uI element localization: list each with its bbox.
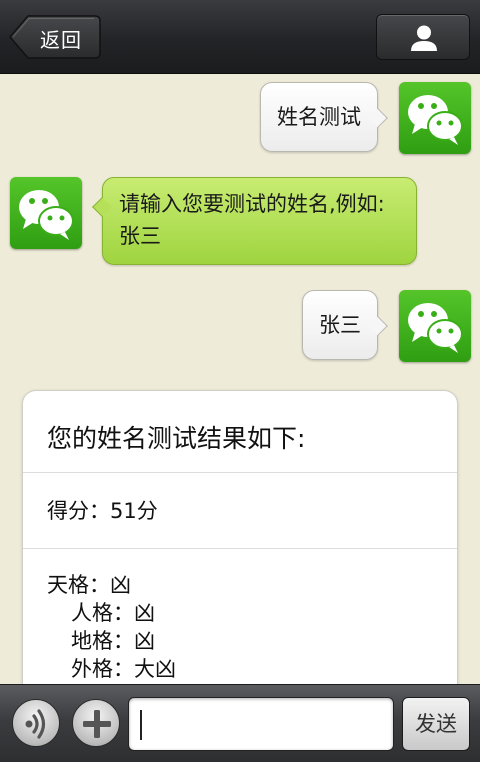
plus-icon bbox=[83, 710, 111, 738]
wechat-logo-icon bbox=[408, 303, 463, 353]
message-input[interactable] bbox=[128, 697, 394, 751]
text-caret bbox=[140, 710, 142, 740]
chat-bubble-sent[interactable]: 姓名测试 bbox=[260, 82, 388, 152]
result-score: 得分：51分 bbox=[47, 499, 158, 523]
chat-area[interactable]: 姓名测试 请输入您要测试的姓名,例如:张三 张三 您的姓名测试结果如下: 得分：… bbox=[0, 74, 480, 684]
input-bar: 发送 bbox=[0, 684, 480, 762]
title-bar: 返回 bbox=[0, 0, 480, 74]
my-avatar[interactable] bbox=[399, 290, 471, 362]
result-grid-list: 天格：凶 人格：凶 地格：凶 外格：大凶 bbox=[47, 571, 176, 683]
profile-button[interactable] bbox=[376, 14, 470, 60]
voice-waves-icon bbox=[25, 709, 46, 739]
back-label: 返回 bbox=[40, 28, 82, 52]
divider bbox=[23, 548, 457, 549]
wechat-logo-icon bbox=[408, 95, 463, 145]
grid-item: 天格：凶 bbox=[47, 573, 131, 597]
send-button[interactable]: 发送 bbox=[402, 697, 470, 751]
result-title: 您的姓名测试结果如下: bbox=[47, 424, 306, 453]
my-avatar[interactable] bbox=[399, 82, 471, 154]
person-icon bbox=[411, 25, 437, 51]
grid-item: 地格：凶 bbox=[71, 629, 155, 653]
wechat-logo-icon bbox=[19, 190, 74, 240]
chat-bubble-received[interactable]: 请输入您要测试的姓名,例如:张三 bbox=[92, 177, 417, 265]
grid-item: 人格：凶 bbox=[71, 601, 155, 625]
result-card[interactable]: 您的姓名测试结果如下: 得分：51分 天格：凶 人格：凶 地格：凶 外格：大凶 bbox=[22, 390, 458, 684]
bot-avatar[interactable] bbox=[10, 177, 82, 249]
message-text: 请输入您要测试的姓名,例如:张三 bbox=[119, 192, 385, 248]
message-text: 张三 bbox=[319, 313, 361, 337]
divider bbox=[23, 472, 457, 473]
back-button[interactable]: 返回 bbox=[8, 14, 101, 60]
voice-button[interactable] bbox=[12, 699, 60, 747]
add-button[interactable] bbox=[72, 699, 120, 747]
message-text: 姓名测试 bbox=[277, 105, 361, 129]
grid-item: 外格：大凶 bbox=[71, 657, 176, 681]
chat-bubble-sent[interactable]: 张三 bbox=[302, 290, 388, 360]
